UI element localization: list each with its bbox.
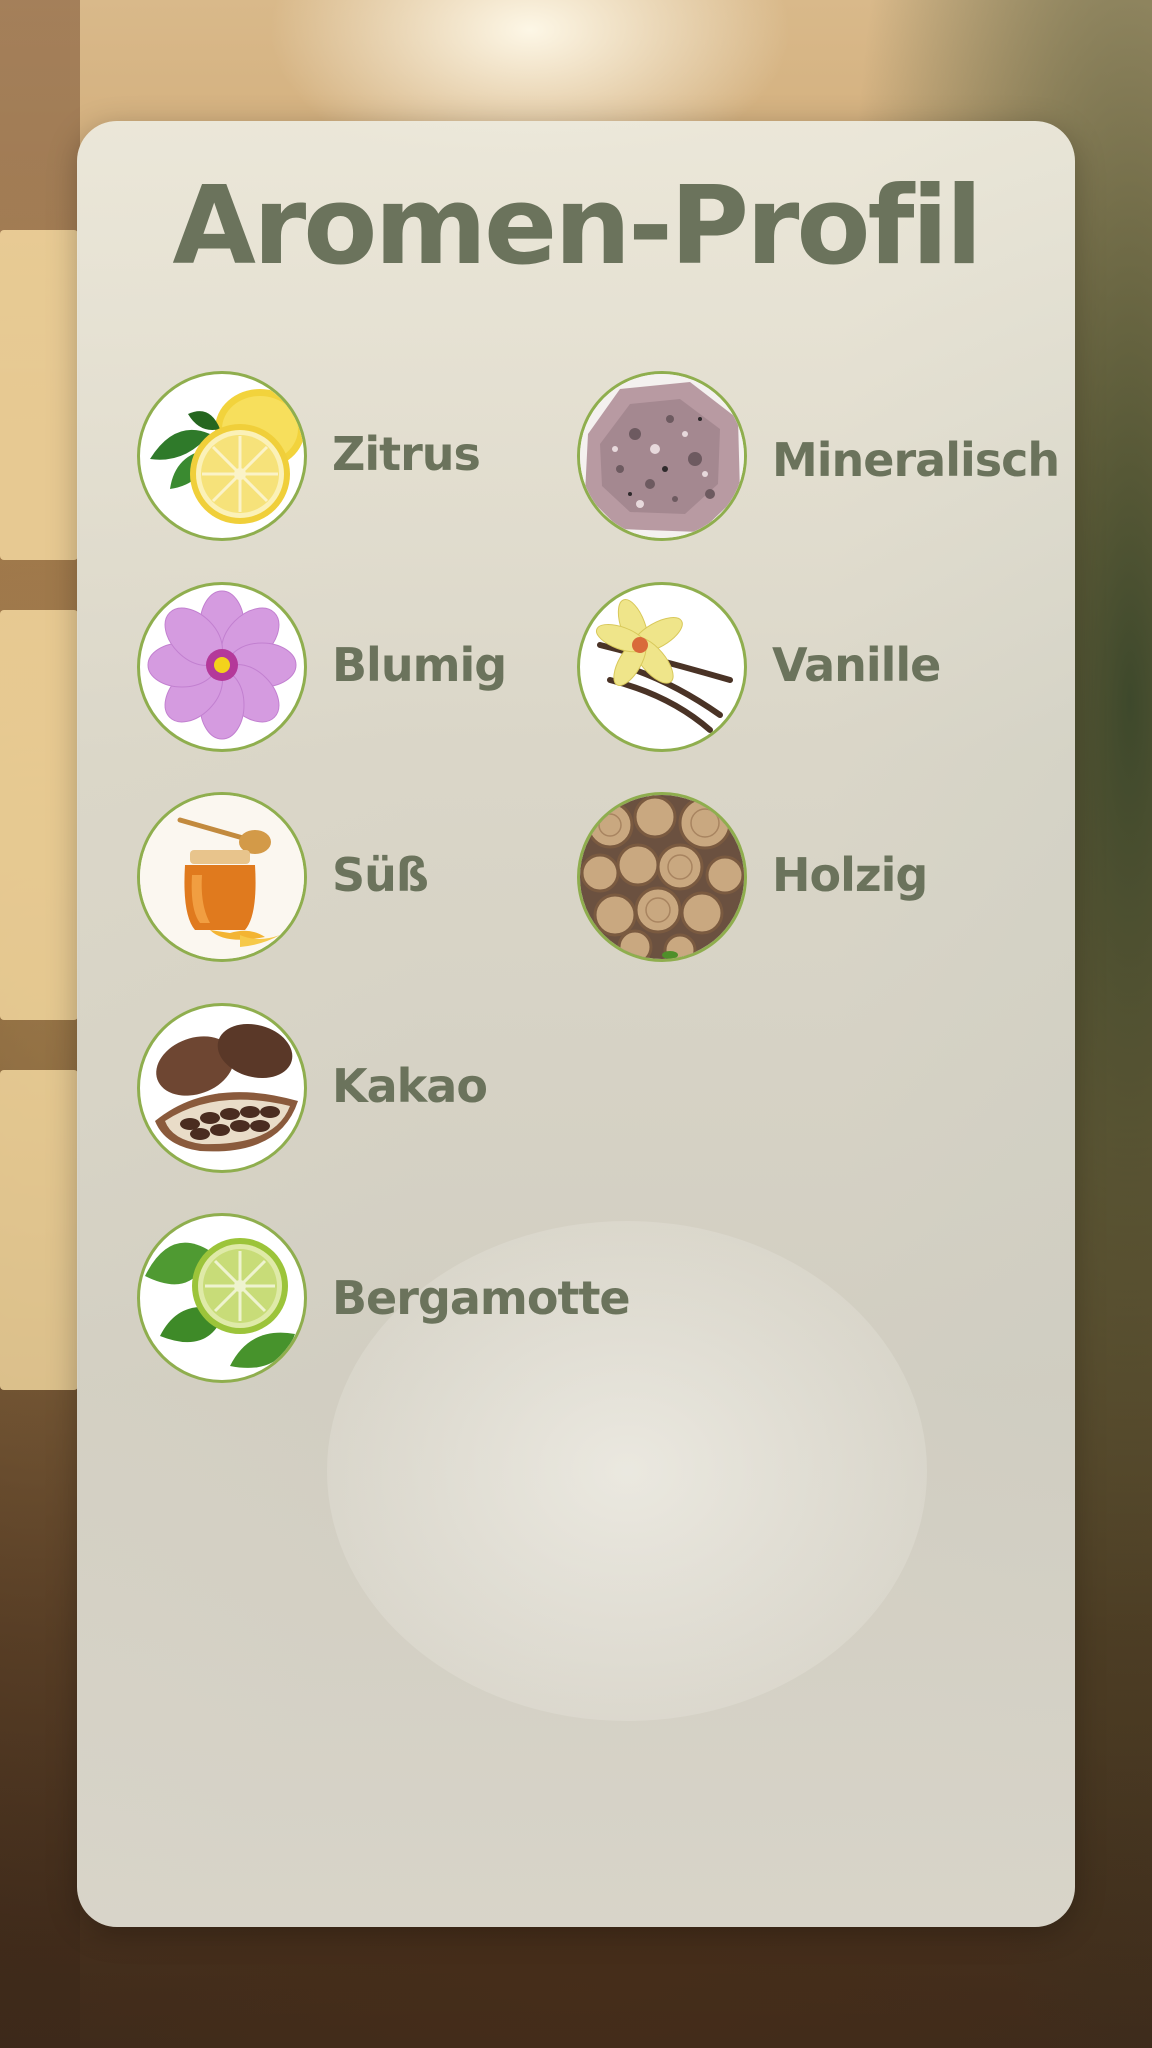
wood-logs-icon (577, 792, 747, 962)
aroma-item-blumig: Blumig (137, 582, 617, 752)
background-window-pane (0, 1070, 78, 1390)
aroma-label: Blumig (332, 638, 507, 692)
lemon-icon (137, 371, 307, 541)
aroma-label: Kakao (332, 1059, 488, 1113)
aroma-item-vanille: Vanille (577, 582, 1057, 752)
aroma-item-kakao: Kakao (137, 1003, 617, 1173)
aroma-label: Mineralisch (772, 433, 1060, 487)
aroma-item-zitrus: Zitrus (137, 371, 617, 541)
mineral-rock-icon (577, 371, 747, 541)
aroma-item-holzig: Holzig (577, 792, 1057, 962)
vanilla-icon (577, 582, 747, 752)
flower-icon (137, 582, 307, 752)
aroma-item-bergamotte: Bergamotte (137, 1213, 631, 1383)
background-window-pane (0, 610, 78, 1020)
aroma-item-suess: Süß (137, 792, 617, 962)
aroma-label: Vanille (772, 638, 941, 692)
cocoa-pod-icon (137, 1003, 307, 1173)
aroma-label: Holzig (772, 848, 928, 902)
page-title: Aromen-Profil (172, 164, 982, 289)
honey-jar-icon (137, 792, 307, 962)
aroma-label: Bergamotte (332, 1271, 631, 1325)
bergamot-icon (137, 1213, 307, 1383)
aroma-label: Süß (332, 848, 429, 902)
aroma-label: Zitrus (332, 427, 481, 481)
aroma-item-mineralisch: Mineralisch (577, 371, 1060, 541)
